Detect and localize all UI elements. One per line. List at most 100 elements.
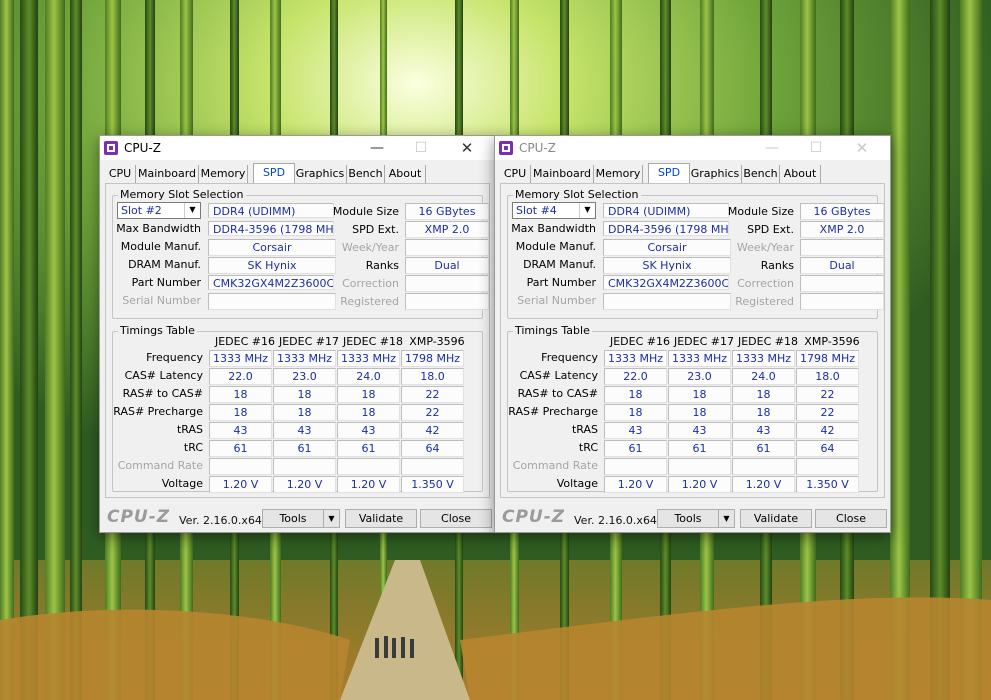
tools-dropdown-button[interactable]: ▼ [323, 509, 340, 528]
timings-column-header: JEDEC #18 [737, 335, 798, 348]
close-button[interactable]: Close [815, 509, 887, 528]
max-bandwidth-field: DDR4-3596 (1798 MHz) [208, 221, 334, 236]
serial-number-field [208, 293, 336, 310]
timing-value-field: 1333 MHz [273, 350, 336, 367]
tools-button[interactable]: Tools [262, 509, 324, 528]
spd-pane: Memory Slot Selection Slot #2 ▼ DDR4 (UDIMM… [105, 183, 490, 498]
part-number-label: Part Number [131, 276, 201, 289]
timings-table-label: Timings Table [513, 324, 592, 337]
timing-value-field: 22.0 [209, 368, 272, 385]
cpuz-window-slot-4: CPU-Z — ☐ ✕ CPU Mainboard Memory SPD Graphic… [494, 135, 891, 533]
tab-cpu[interactable]: CPU [105, 165, 136, 183]
spd-ext-label: SPD Ext. [747, 223, 794, 236]
tab-about[interactable]: About [385, 165, 426, 183]
timing-value-field: 43 [209, 422, 272, 439]
timing-value-field: 1.350 V [796, 476, 859, 493]
timings-column-header: XMP-3596 [409, 335, 465, 348]
tab-spd[interactable]: SPD [253, 163, 295, 184]
tab-about[interactable]: About [780, 165, 821, 183]
slot-select[interactable]: Slot #4 ▼ [512, 202, 596, 219]
week-year-field [405, 239, 489, 256]
spd-ext-field: XMP 2.0 [800, 221, 884, 238]
slot-select[interactable]: Slot #2 ▼ [117, 202, 201, 219]
close-icon[interactable]: ✕ [445, 138, 489, 158]
title-bar[interactable]: CPU-Z — ☐ ✕ [495, 136, 890, 160]
correction-label: Correction [342, 277, 399, 290]
ranks-label: Ranks [365, 259, 399, 272]
minimize-icon[interactable]: — [750, 138, 794, 158]
timing-value-field: 1333 MHz [668, 350, 731, 367]
timing-value-field: 24.0 [337, 368, 400, 385]
week-year-field [800, 239, 884, 256]
timing-row-label: RAS# to CAS# [517, 387, 598, 400]
timing-row-label: Command Rate [512, 459, 598, 472]
timing-row-label: Frequency [146, 351, 203, 364]
timing-value-field: 18 [732, 386, 795, 403]
close-button[interactable]: Close [420, 509, 492, 528]
module-manuf-field: Corsair [208, 239, 336, 256]
timing-value-field: 43 [732, 422, 795, 439]
part-number-field: CMK32GX4M2Z3600C18 [603, 275, 729, 290]
tools-button[interactable]: Tools [657, 509, 719, 528]
timing-value-field [401, 458, 464, 475]
timing-row-label: tRC [183, 441, 203, 454]
timings-column-header: JEDEC #17 [673, 335, 734, 348]
cpuz-logo: CPU-Z [502, 507, 566, 527]
title-bar[interactable]: CPU-Z — ☐ ✕ [100, 136, 495, 160]
timing-value-field: 64 [796, 440, 859, 457]
tab-mainboard[interactable]: Mainboard [531, 165, 594, 183]
dram-manuf-label: DRAM Manuf. [128, 258, 201, 271]
tab-memory[interactable]: Memory [594, 165, 643, 183]
correction-field [405, 275, 489, 292]
maximize-icon[interactable]: ☐ [794, 138, 838, 158]
timing-value-field: 43 [337, 422, 400, 439]
module-type-field: DDR4 (UDIMM) [603, 203, 729, 218]
timing-row-label: tRC [578, 441, 598, 454]
chevron-down-icon: ▼ [723, 514, 730, 523]
validate-button[interactable]: Validate [740, 509, 812, 528]
timing-value-field: 18 [337, 386, 400, 403]
correction-label: Correction [737, 277, 794, 290]
timing-value-field: 61 [209, 440, 272, 457]
timing-value-field: 1.20 V [732, 476, 795, 493]
memory-slot-group-label: Memory Slot Selection [513, 188, 641, 201]
timing-value-field [273, 458, 336, 475]
tab-cpu[interactable]: CPU [500, 165, 531, 183]
timing-value-field: 1.20 V [337, 476, 400, 493]
spd-ext-label: SPD Ext. [352, 223, 399, 236]
validate-button[interactable]: Validate [345, 509, 417, 528]
timing-value-field: 1333 MHz [209, 350, 272, 367]
serial-number-label: Serial Number [517, 294, 596, 307]
tab-graphics[interactable]: Graphics [689, 165, 742, 183]
close-icon[interactable]: ✕ [840, 138, 884, 158]
maximize-icon[interactable]: ☐ [399, 138, 443, 158]
timings-column-header: JEDEC #18 [342, 335, 403, 348]
cpu-z-app-icon [104, 141, 118, 155]
timing-value-field: 1798 MHz [796, 350, 859, 367]
tab-graphics[interactable]: Graphics [294, 165, 347, 183]
timings-table-group: Timings Table JEDEC #16 JEDEC #17 JEDEC #18… [112, 324, 483, 493]
tab-spd[interactable]: SPD [648, 163, 690, 184]
timing-value-field: 1.20 V [668, 476, 731, 493]
max-bandwidth-label: Max Bandwidth [511, 222, 596, 235]
timing-value-field: 22.0 [604, 368, 667, 385]
part-number-field: CMK32GX4M2Z3600C18 [208, 275, 334, 290]
tab-bench[interactable]: Bench [742, 165, 780, 183]
timing-value-field: 22 [796, 404, 859, 421]
minimize-icon[interactable]: — [355, 138, 399, 158]
footer-bar: CPU-Z Ver. 2.16.0.x64 Tools ▼ Validate C… [495, 504, 890, 532]
tab-memory[interactable]: Memory [199, 165, 248, 183]
timing-value-field: 61 [604, 440, 667, 457]
ranks-field: Dual [405, 257, 489, 274]
chevron-down-icon: ▼ [579, 203, 595, 218]
timing-row-label: RAS# Precharge [508, 405, 598, 418]
tab-bench[interactable]: Bench [347, 165, 385, 183]
timing-value-field: 1.20 V [209, 476, 272, 493]
tab-mainboard[interactable]: Mainboard [136, 165, 199, 183]
timing-value-field: 18 [668, 386, 731, 403]
window-title: CPU-Z [124, 141, 161, 155]
module-manuf-label: Module Manuf. [515, 240, 596, 253]
tools-dropdown-button[interactable]: ▼ [718, 509, 735, 528]
week-year-label: Week/Year [736, 241, 794, 254]
registered-field [800, 293, 884, 310]
